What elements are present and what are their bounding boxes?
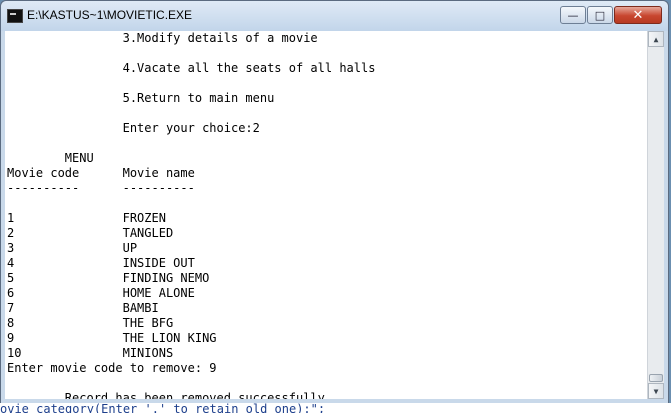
window-title: E:\KASTUS~1\MOVIETIC.EXE [27,8,193,22]
console-line: 4.Vacate all the seats of all halls [7,61,376,75]
console-line: ---------- ---------- [7,181,195,195]
maximize-button[interactable]: □ [587,6,613,24]
console-app-icon [7,9,23,23]
console-line: 9 THE LION KING [7,331,217,345]
scroll-down-button[interactable]: ▼ [648,383,664,399]
console-line: Enter your choice:2 [7,121,260,135]
console-line: 6 HOME ALONE [7,286,195,300]
console-line: 4 INSIDE OUT [7,256,195,270]
console-line: Record has been removed successfully. [7,391,333,399]
console-line: 3.Modify details of a movie [7,31,318,45]
console-line: Enter movie code to remove: 9 [7,361,217,375]
console-line: 2 TANGLED [7,226,174,240]
minimize-icon: — [567,8,579,22]
console-output-area[interactable]: 3.Modify details of a movie 4.Vacate all… [5,31,647,399]
console-line: Movie code Movie name [7,166,195,180]
console-line: 1 FROZEN [7,211,166,225]
console-line: 5 FINDING NEMO [7,271,210,285]
scrollbar-thumb[interactable] [649,374,663,382]
console-line: 7 BAMBI [7,301,159,315]
minimize-button[interactable]: — [560,6,586,24]
console-window: E:\KASTUS~1\MOVIETIC.EXE — □ ✕ 3.Modify … [0,0,669,404]
title-bar[interactable]: E:\KASTUS~1\MOVIETIC.EXE — □ ✕ [1,1,668,31]
console-line: 5.Return to main menu [7,91,275,105]
console-line: 3 UP [7,241,138,255]
background-editor-text: ovie category(Enter '.' to retain old on… [0,403,671,413]
arrow-down-icon: ▼ [653,386,659,396]
arrow-up-icon: ▲ [653,34,659,44]
close-button[interactable]: ✕ [614,6,662,24]
vertical-scrollbar[interactable]: ▲ ▼ [647,31,664,399]
console-text: 3.Modify details of a movie 4.Vacate all… [7,31,375,399]
scroll-up-button[interactable]: ▲ [648,31,664,47]
close-icon: ✕ [632,7,644,23]
maximize-icon: □ [594,8,606,22]
console-line: MENU [7,151,94,165]
console-line: 10 MINIONS [7,346,174,360]
console-line: 8 THE BFG [7,316,174,330]
